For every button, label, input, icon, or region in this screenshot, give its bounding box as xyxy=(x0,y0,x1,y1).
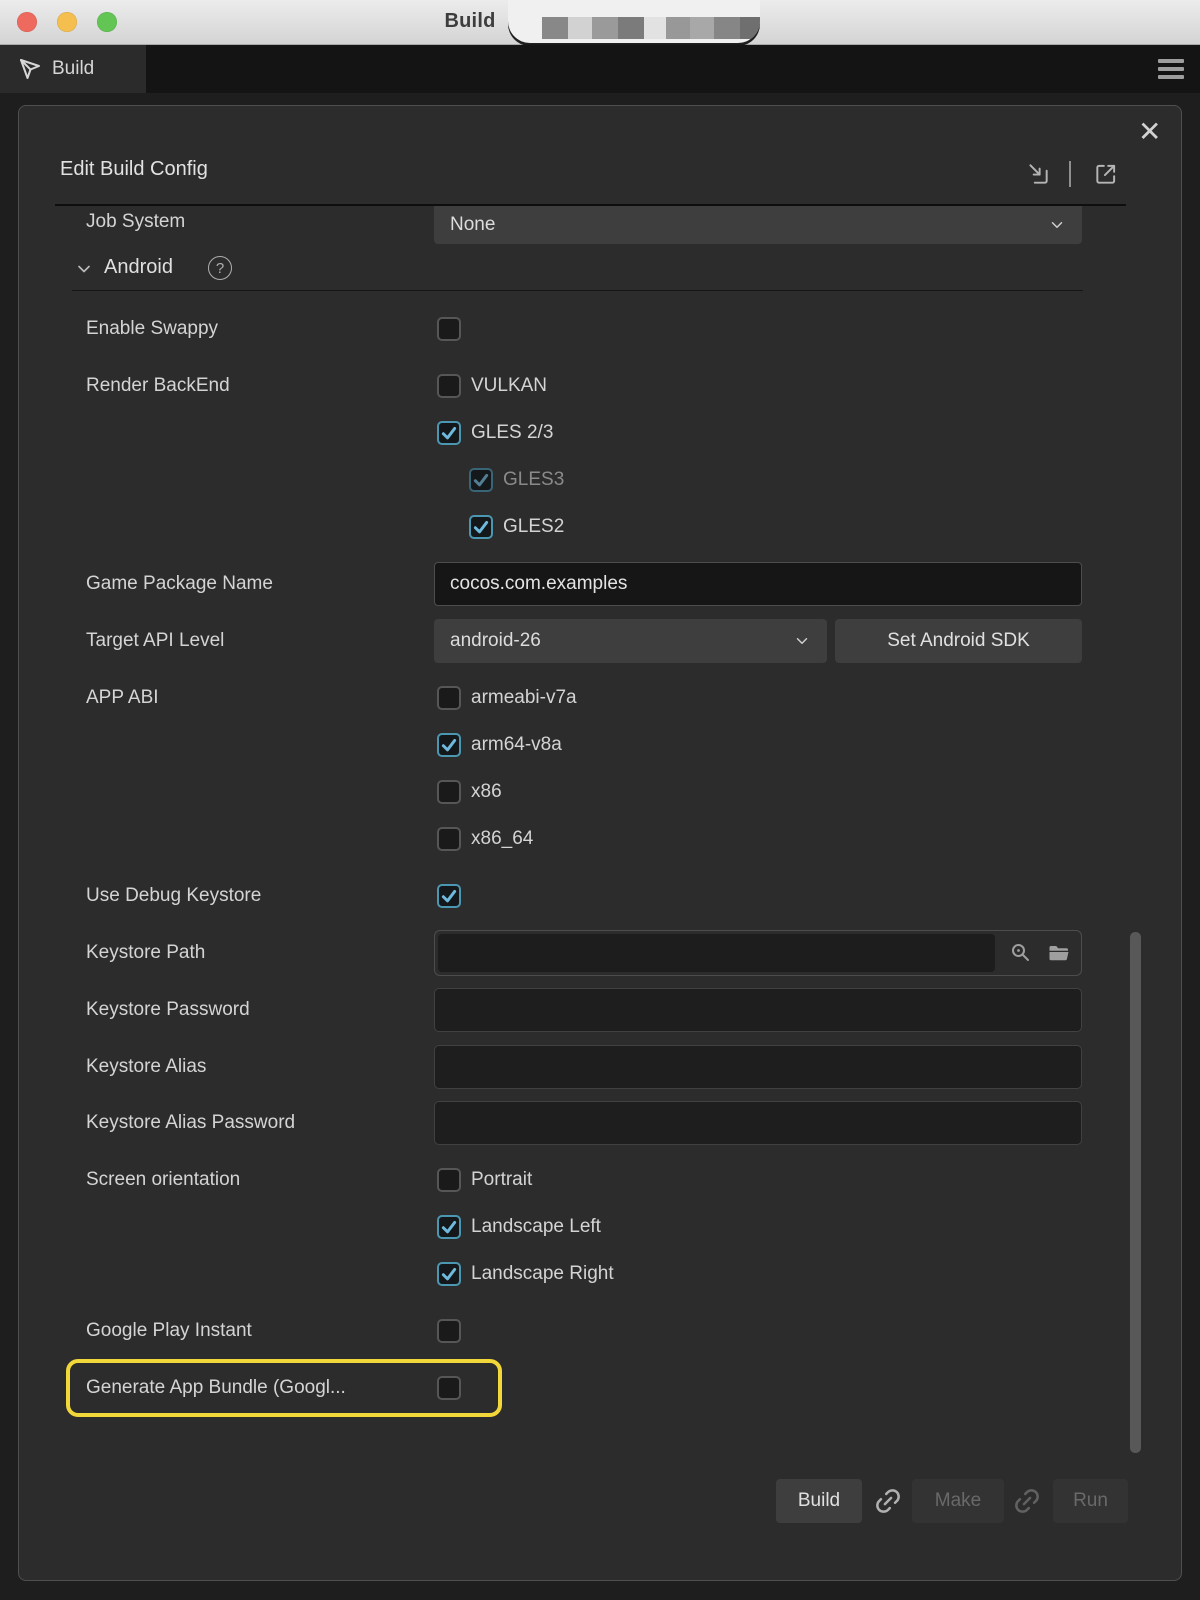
scrollbar-thumb[interactable] xyxy=(1130,932,1141,1453)
vulkan-checkbox[interactable] xyxy=(437,374,461,398)
game-package-name-label: Game Package Name xyxy=(86,572,273,596)
game-package-name-input[interactable] xyxy=(434,562,1082,606)
keystore-password-label: Keystore Password xyxy=(86,998,250,1022)
gles23-checkbox[interactable] xyxy=(437,421,461,445)
use-debug-keystore-checkbox[interactable] xyxy=(437,884,461,908)
landscape-left-label: Landscape Left xyxy=(471,1215,601,1239)
armeabi-v7a-label: armeabi-v7a xyxy=(471,686,577,710)
x86-64-label: x86_64 xyxy=(471,827,533,851)
android-section-label: Android xyxy=(104,256,173,279)
enable-swappy-checkbox[interactable] xyxy=(437,317,461,341)
landscape-left-checkbox[interactable] xyxy=(437,1215,461,1239)
tab-bar: Build xyxy=(0,45,1200,93)
arm64-v8a-checkbox[interactable] xyxy=(437,733,461,757)
chevron-down-icon xyxy=(1048,216,1066,234)
folder-icon[interactable] xyxy=(1047,941,1071,965)
target-api-level-value: android-26 xyxy=(450,630,541,652)
make-button[interactable]: Make xyxy=(912,1479,1004,1523)
section-divider xyxy=(72,290,1083,291)
render-backend-label: Render BackEnd xyxy=(86,374,230,398)
google-play-instant-label: Google Play Instant xyxy=(86,1319,252,1343)
keystore-alias-password-input[interactable] xyxy=(434,1101,1082,1145)
screen-orientation-label: Screen orientation xyxy=(86,1168,240,1192)
keystore-alias-input[interactable] xyxy=(434,1045,1082,1089)
gles2-label: GLES2 xyxy=(503,515,564,539)
keystore-alias-password-label: Keystore Alias Password xyxy=(86,1111,295,1135)
arm64-v8a-label: arm64-v8a xyxy=(471,733,562,757)
keystore-path-label: Keystore Path xyxy=(86,941,205,965)
gles3-label: GLES3 xyxy=(503,468,564,492)
section-collapse-chevron-icon[interactable] xyxy=(74,259,94,279)
close-dialog-icon[interactable]: ✕ xyxy=(1138,118,1161,146)
import-config-icon[interactable] xyxy=(1025,161,1051,187)
help-icon[interactable]: ? xyxy=(208,256,232,280)
job-system-select[interactable]: None xyxy=(434,206,1082,244)
header-separator xyxy=(1069,161,1071,187)
redacted-title-area xyxy=(508,0,760,43)
tab-build[interactable]: Build xyxy=(0,45,146,93)
tab-build-label: Build xyxy=(52,58,94,80)
set-android-sdk-button[interactable]: Set Android SDK xyxy=(835,619,1082,663)
portrait-checkbox[interactable] xyxy=(437,1168,461,1192)
landscape-right-label: Landscape Right xyxy=(471,1262,614,1286)
job-system-value: None xyxy=(450,214,495,236)
use-debug-keystore-label: Use Debug Keystore xyxy=(86,884,261,908)
vulkan-label: VULKAN xyxy=(471,374,547,398)
locate-search-icon[interactable] xyxy=(1009,941,1033,965)
keystore-path-field xyxy=(434,930,1082,976)
run-button[interactable]: Run xyxy=(1053,1479,1128,1523)
enable-swappy-label: Enable Swappy xyxy=(86,317,218,341)
generate-app-bundle-checkbox[interactable] xyxy=(437,1376,461,1400)
window-titlebar: Build xyxy=(0,0,1200,45)
paper-plane-icon xyxy=(18,57,42,81)
chevron-down-icon xyxy=(793,632,811,650)
generate-app-bundle-label: Generate App Bundle (Googl... xyxy=(86,1376,346,1400)
window-title: Build xyxy=(0,10,940,33)
keystore-alias-label: Keystore Alias xyxy=(86,1055,206,1079)
gles23-label: GLES 2/3 xyxy=(471,421,553,445)
build-button[interactable]: Build xyxy=(776,1479,862,1523)
app-abi-label: APP ABI xyxy=(86,686,159,710)
google-play-instant-checkbox[interactable] xyxy=(437,1319,461,1343)
menu-icon[interactable] xyxy=(1158,59,1184,79)
x86-label: x86 xyxy=(471,780,502,804)
gles2-checkbox[interactable] xyxy=(469,515,493,539)
target-api-level-label: Target API Level xyxy=(86,629,224,653)
landscape-right-checkbox[interactable] xyxy=(437,1262,461,1286)
armeabi-v7a-checkbox[interactable] xyxy=(437,686,461,710)
target-api-level-select[interactable]: android-26 xyxy=(434,619,827,663)
dialog-title: Edit Build Config xyxy=(60,158,208,181)
export-config-icon[interactable] xyxy=(1093,161,1119,187)
portrait-label: Portrait xyxy=(471,1168,532,1192)
x86-checkbox[interactable] xyxy=(437,780,461,804)
keystore-path-input[interactable] xyxy=(438,934,995,972)
gles3-checkbox[interactable] xyxy=(469,468,493,492)
keystore-password-input[interactable] xyxy=(434,988,1082,1032)
x86-64-checkbox[interactable] xyxy=(437,827,461,851)
job-system-label: Job System xyxy=(86,210,185,234)
